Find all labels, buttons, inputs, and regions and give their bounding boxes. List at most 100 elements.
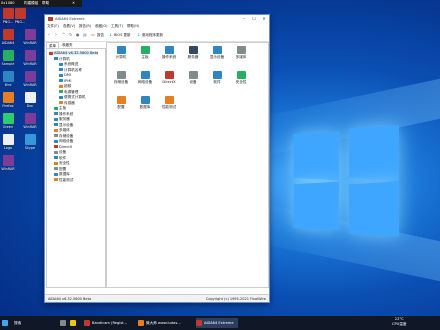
status-bar: AIDA64 v6.32.5600 Beta Copyright (c) 199…	[45, 294, 269, 302]
tree-item-icon	[54, 167, 58, 170]
tree-item[interactable]: 系统概述	[59, 62, 78, 67]
tree-item[interactable]: 传感器	[59, 101, 75, 106]
tree-item-label: 系统概述	[64, 62, 79, 66]
tree-item[interactable]: 网络设备	[54, 139, 73, 144]
toolbar: ‹ › ^ ↻ ● ▤ ▭ 报告 ↓ BIOS 更新 ↓ 驱动程序更新	[45, 29, 269, 42]
tree-item[interactable]: AIDA64 v6.32.5600 Beta	[49, 51, 99, 55]
tree-item[interactable]: 配置	[54, 167, 66, 172]
tree-item[interactable]: 计算机	[54, 57, 70, 62]
tree-item-icon	[59, 84, 63, 88]
report-icon: ▭	[91, 32, 95, 37]
back-icon[interactable]: ‹	[48, 32, 50, 38]
desktop-icon[interactable]: Bird	[0, 71, 18, 87]
minimize-button[interactable]: –	[239, 15, 249, 23]
search-box[interactable]: 搜索	[14, 318, 21, 328]
forward-icon[interactable]: ›	[55, 32, 57, 38]
tree-item-label: 性能测试	[59, 177, 74, 182]
tree-item[interactable]: 计算机名称	[59, 68, 82, 73]
aida64-icon	[196, 320, 202, 326]
bios-update-button[interactable]: BIOS 更新	[114, 33, 131, 38]
desktop-icon[interactable]: AIDA64	[0, 29, 18, 45]
desktop-icon[interactable]: Green	[0, 113, 18, 129]
taskbar-aida64[interactable]: AIDA64 Extreme	[196, 318, 238, 328]
category-icon	[116, 46, 126, 54]
category-item[interactable]: 操作系统	[157, 46, 181, 60]
tree-item[interactable]: 便携式计算机	[59, 95, 86, 100]
taskbar-ludashi[interactable]: 微大师 www.ludas...	[138, 318, 181, 328]
desktop-icon[interactable]: Sample	[0, 50, 18, 66]
category-item[interactable]: 网络设备	[133, 71, 157, 85]
recorder-menu-1[interactable]: 构建模组	[24, 1, 38, 6]
desktop-icon-label: Skype	[24, 146, 36, 150]
category-item[interactable]: 主板	[133, 46, 157, 60]
desktop-icon[interactable]: Firefox	[0, 92, 18, 108]
tree-item[interactable]: 显示设备	[54, 123, 73, 128]
refresh-icon[interactable]: ↻	[69, 32, 72, 37]
category-item[interactable]: 软件	[205, 71, 229, 85]
system-tray[interactable]: 22°C CPU温度	[392, 317, 407, 327]
category-item[interactable]: DirectX	[157, 71, 181, 84]
tree-item[interactable]: 服务器	[54, 117, 70, 122]
tree-item[interactable]: DMI	[59, 73, 71, 77]
tree-item-icon	[59, 79, 63, 82]
tree-item-label: 操作系统	[59, 111, 74, 116]
tree-item[interactable]: 操作系统	[54, 112, 73, 117]
tree-item[interactable]: 多媒体	[54, 128, 70, 133]
tree-item[interactable]: 主板	[54, 106, 66, 111]
report-button[interactable]: 报告	[97, 33, 104, 38]
start-button[interactable]	[2, 318, 10, 328]
category-item[interactable]: 计算机	[109, 46, 133, 60]
desktop-icon[interactable]: WinRAR	[0, 155, 18, 171]
tree-item[interactable]: 数据库	[54, 172, 70, 177]
taskbar-pin-1[interactable]	[60, 318, 68, 328]
tree-item[interactable]: 性能测试	[54, 178, 73, 183]
desktop-icon[interactable]: Logo	[0, 134, 18, 150]
driver-update-button[interactable]: 驱动程序更新	[142, 33, 163, 38]
tree-item-label: 计算机名称	[64, 67, 82, 72]
desktop-icon[interactable]: WinRAR	[20, 71, 40, 87]
category-item[interactable]: 服务器	[181, 46, 205, 60]
taskbar-pin-2[interactable]	[70, 318, 78, 328]
tree-item-label: AIDA64 v6.32.5600 Beta	[54, 51, 99, 55]
category-item[interactable]: 性能测试	[157, 96, 181, 110]
tree-item[interactable]: DirectX	[54, 145, 72, 149]
bios-icon: ↓	[109, 32, 113, 37]
tree-item-label: 网络设备	[59, 139, 74, 143]
tree-item-label: 显示设备	[59, 122, 74, 127]
tree-item-icon	[54, 106, 58, 110]
tree-item[interactable]: IPMI	[59, 79, 71, 83]
category-item[interactable]: 配置	[109, 96, 133, 110]
category-item[interactable]: 存储设备	[109, 71, 133, 85]
tree-item[interactable]: 软件	[54, 156, 66, 161]
tree-item[interactable]: 超频	[59, 84, 71, 89]
category-item[interactable]: 显示设备	[205, 46, 229, 60]
close-button[interactable]: ✕	[259, 15, 269, 23]
up-icon[interactable]: ^	[62, 32, 65, 37]
tree-item-label: 软件	[59, 155, 67, 160]
desktop-icon[interactable]: WinRAR	[20, 29, 40, 45]
category-item[interactable]: 多媒体	[229, 46, 253, 60]
category-item[interactable]: 数据库	[133, 96, 157, 110]
tree-item[interactable]: 设备	[54, 150, 66, 155]
category-label: 数据库	[139, 105, 151, 109]
category-item[interactable]: 设备	[181, 71, 205, 85]
desktop-icon[interactable]: Skype	[20, 134, 40, 150]
desktop-icon[interactable]: Doc	[20, 92, 40, 108]
tree-item[interactable]: 安全性	[54, 161, 70, 166]
desktop-icon[interactable]: PNG...	[10, 8, 30, 24]
tree-item-label: 设备	[59, 150, 67, 154]
desktop-icon[interactable]: WinRAR	[20, 113, 40, 129]
desktop-icon[interactable]: WinRAR	[20, 50, 40, 66]
ludashi-icon	[138, 320, 144, 326]
tree-item-label: 超频	[64, 84, 72, 88]
tree-item[interactable]: 电源管理	[59, 90, 78, 95]
user-icon[interactable]: ●	[76, 32, 80, 37]
category-item[interactable]: 安全性	[229, 71, 253, 85]
chart-icon[interactable]: ▤	[83, 32, 87, 37]
recorder-menu-2[interactable]: 帮助	[42, 1, 49, 6]
taskbar-bandicam[interactable]: Bandicam (Regist...	[84, 318, 127, 328]
maximize-button[interactable]: ☐	[249, 15, 259, 23]
tree-item[interactable]: 存储设备	[54, 134, 73, 139]
category-panel: 计算机 主板 操作系统 服务器 显示设备 多媒体存储设备 网络设备 DirectX 设备 软件 安全…	[106, 42, 269, 288]
close-icon[interactable]: ✕	[72, 1, 75, 5]
